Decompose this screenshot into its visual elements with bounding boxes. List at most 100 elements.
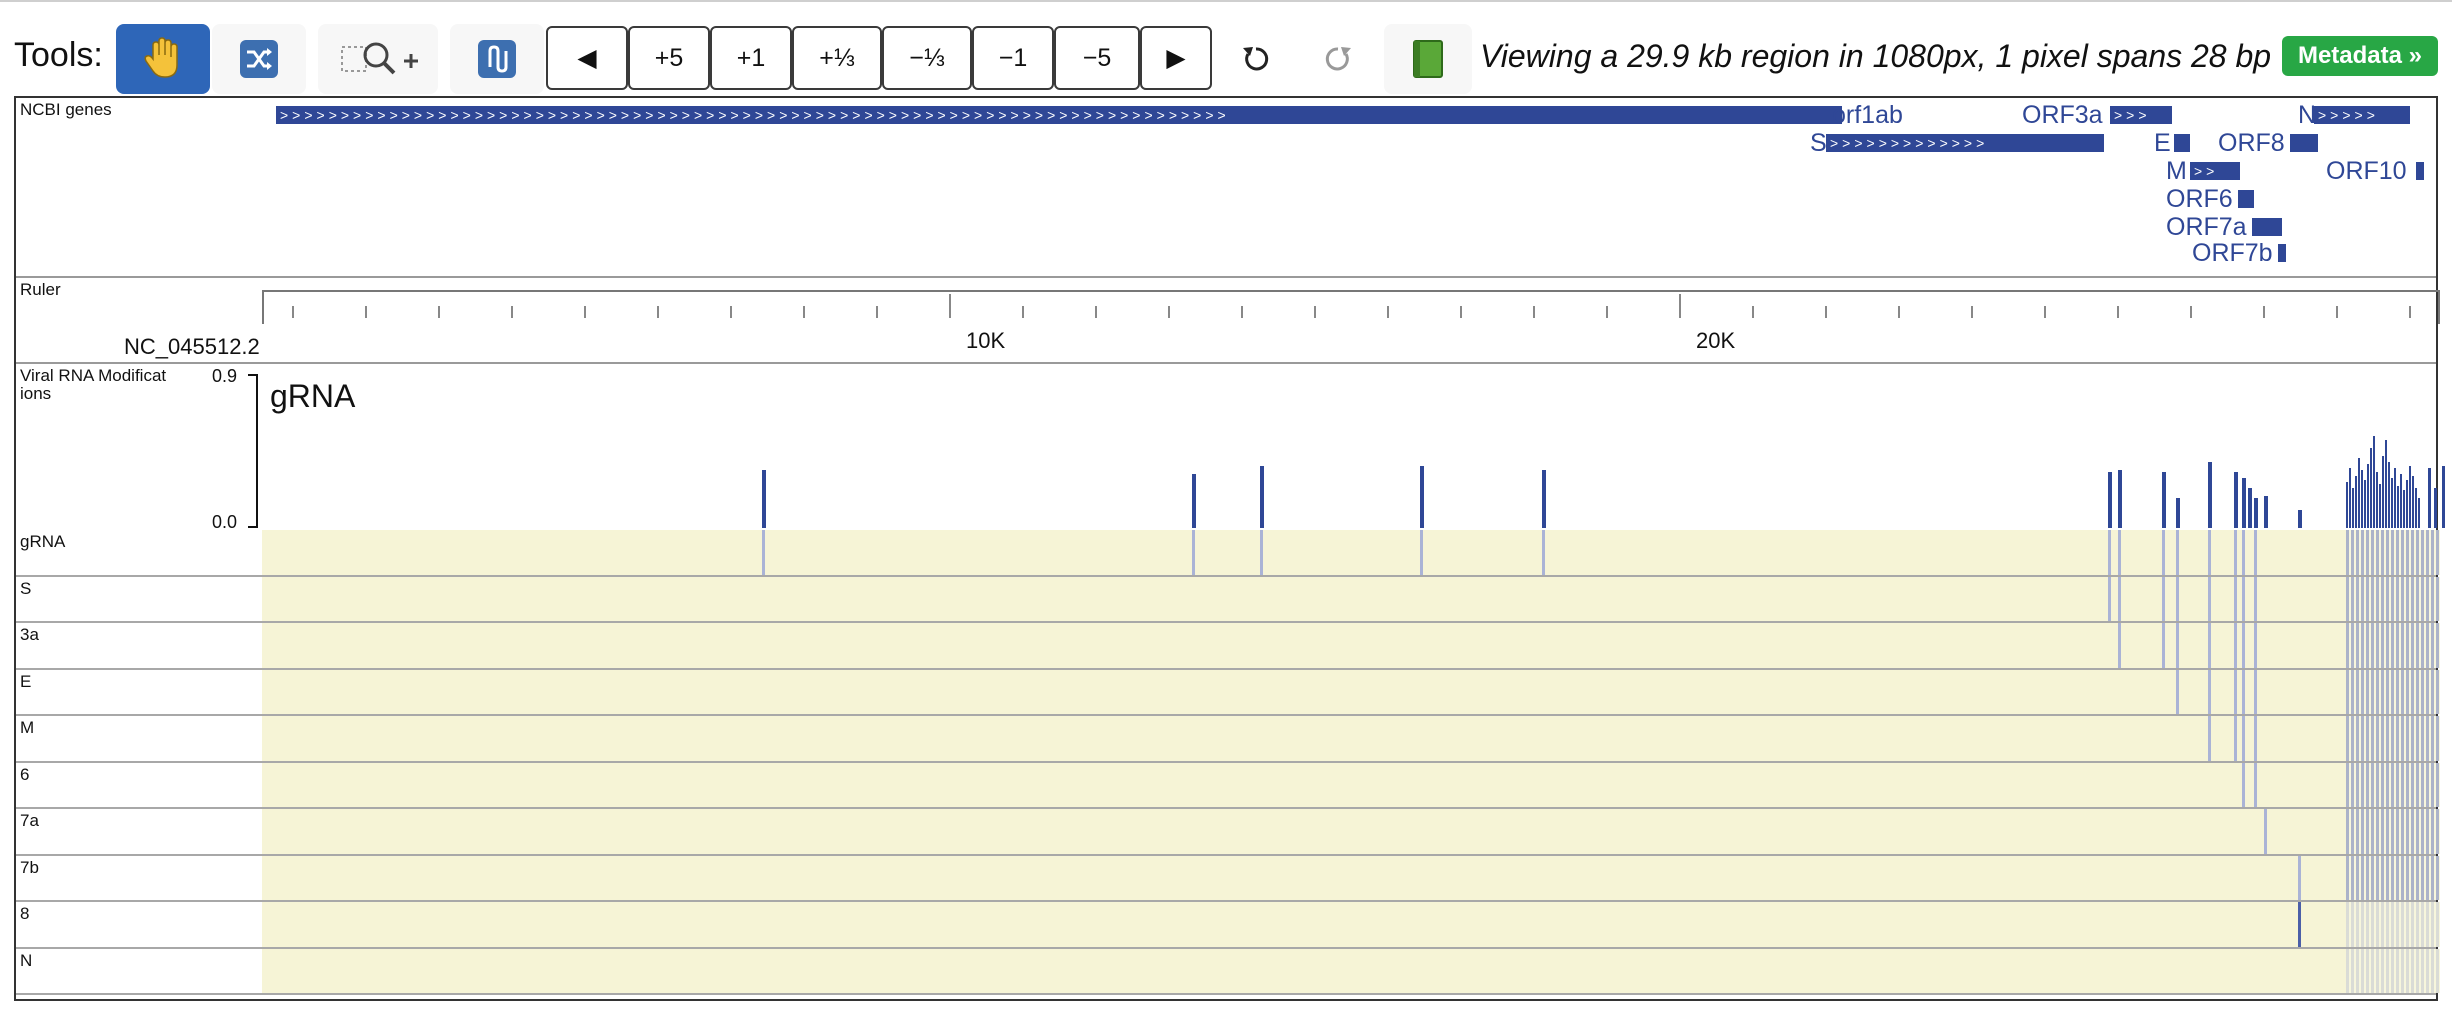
lane-s[interactable] [262,576,2440,621]
lane-grna[interactable] [262,530,2440,575]
redo-button[interactable] [1308,24,1368,94]
lane-mark [2208,576,2211,621]
lane-mark [2254,762,2257,807]
modification-bar [2385,440,2387,528]
lane-mark [2242,762,2245,807]
gene-label-orf6[interactable]: ORF6 [2166,186,2233,212]
arrow-left-icon: ◀ [577,44,597,72]
modification-bar [2442,466,2445,528]
lane-mark [762,530,765,575]
lane-mark [2162,530,2165,575]
zoom-select-icon [341,42,418,75]
ruler-tick [657,306,659,318]
lane-label: N [20,950,33,970]
lane-label: 7b [20,857,39,877]
gene-bar-n[interactable]: >>>>> [2314,106,2410,124]
gene-bar-orf3a[interactable]: >>> [2110,106,2172,124]
modification-bar [2367,464,2369,528]
modification-bar [2418,498,2420,528]
gene-label-orf1ab[interactable]: orf1ab [1832,102,1903,128]
gene-label-orf8[interactable]: ORF8 [2218,130,2285,156]
gene-bar-e[interactable] [2174,134,2190,152]
modification-bar [2176,498,2180,528]
gene-label-orf7a[interactable]: ORF7a [2166,214,2247,240]
exchange-tool[interactable] [450,24,544,94]
lane-8[interactable] [262,902,2440,947]
tools-label: Tools: [14,36,103,74]
gene-bar-orf6[interactable] [2238,190,2254,208]
modification-bar [2248,488,2252,528]
modification-bar [2403,490,2405,528]
undo-button[interactable] [1226,24,1286,94]
zoom-select-tool[interactable] [318,24,438,94]
track-label-ncbi-genes: NCBI genes [20,100,112,119]
notebook-button[interactable] [1384,24,1472,94]
lane-n[interactable] [262,948,2440,993]
lane-mark [2254,623,2257,668]
modification-bar [762,470,766,528]
gene-bar-s[interactable]: >>>>>>>>>>>>> [1826,134,2104,152]
modification-bar [2355,476,2357,528]
hand-drag-tool[interactable] [116,24,210,94]
modification-bar [2349,468,2351,528]
lane-e[interactable] [262,669,2440,714]
gene-label-s[interactable]: S [1810,130,1827,156]
ruler-tick [1022,306,1024,318]
modification-bar [2391,478,2393,528]
modification-bar [2394,468,2396,528]
modification-bar [2364,480,2366,528]
gene-bar-orf7b[interactable] [2278,244,2286,262]
lane-3a[interactable] [262,623,2440,668]
zoom-out-third-label: −⅓ [909,43,945,72]
gene-bar-orf10[interactable] [2416,162,2424,180]
lane-6[interactable] [262,762,2440,807]
gene-label-orf7b[interactable]: ORF7b [2192,240,2273,266]
gene-label-orf10[interactable]: ORF10 [2326,158,2407,184]
lane-mark [2108,530,2111,575]
lane-density-band [2346,762,2440,807]
zoom-in-5-button[interactable]: +5 [628,26,710,90]
lane-mark [2254,530,2257,575]
modification-bar [2108,472,2112,528]
ruler-tick [2263,306,2265,318]
scroll-right-button[interactable]: ▶ [1140,26,1212,90]
modification-bar [2358,458,2360,528]
lane-label: M [20,718,35,737]
zoom-in-third-button[interactable]: +⅓ [792,26,882,90]
lane-label: E [20,671,32,691]
metadata-button[interactable]: Metadata » [2282,36,2438,76]
modification-bar [2242,478,2246,528]
modification-bar [2379,484,2381,528]
lane-7b[interactable] [262,855,2440,900]
modification-bar [2373,436,2375,528]
zoom-out-1-button[interactable]: −1 [972,26,1054,90]
gene-label-m[interactable]: M [2166,158,2187,184]
gene-label-orf3a[interactable]: ORF3a [2022,102,2103,128]
modification-bar [2370,448,2372,528]
zoom-out-5-button[interactable]: −5 [1054,26,1140,90]
zoom-out-third-button[interactable]: −⅓ [882,26,972,90]
ruler-tick [1095,306,1097,318]
lane-7a[interactable] [262,809,2440,854]
scroll-left-button[interactable]: ◀ [546,26,628,90]
zoom-in-third-label: +⅓ [819,43,855,72]
ruler-tick [1752,306,1754,318]
lane-mark [2298,855,2301,900]
y-axis-max-label: 0.9 [212,366,238,386]
zoom-in-1-label: +1 [736,43,766,72]
lane-mark [2254,716,2257,761]
gene-bar-orf1ab[interactable]: >>>>>>>>>>>>>>>>>>>>>>>>>>>>>>>>>>>>>>>>… [276,106,1842,124]
gene-bar-orf8[interactable] [2290,134,2318,152]
ruler-tick [365,306,367,318]
modification-bar [2234,472,2238,528]
status-text: Viewing a 29.9 kb region in 1080px, 1 pi… [1480,38,2272,74]
zoom-in-1-button[interactable]: +1 [710,26,792,90]
track-label-mod-line2: ions [20,384,52,403]
shuffle-tool[interactable] [212,24,306,94]
lane-m[interactable] [262,716,2440,761]
gene-label-e[interactable]: E [2154,130,2171,156]
gene-bar-m[interactable]: >> [2190,162,2240,180]
ruler-axis [262,290,2440,324]
gene-bar-orf7a[interactable] [2252,218,2282,236]
lane-mark [2242,716,2245,761]
